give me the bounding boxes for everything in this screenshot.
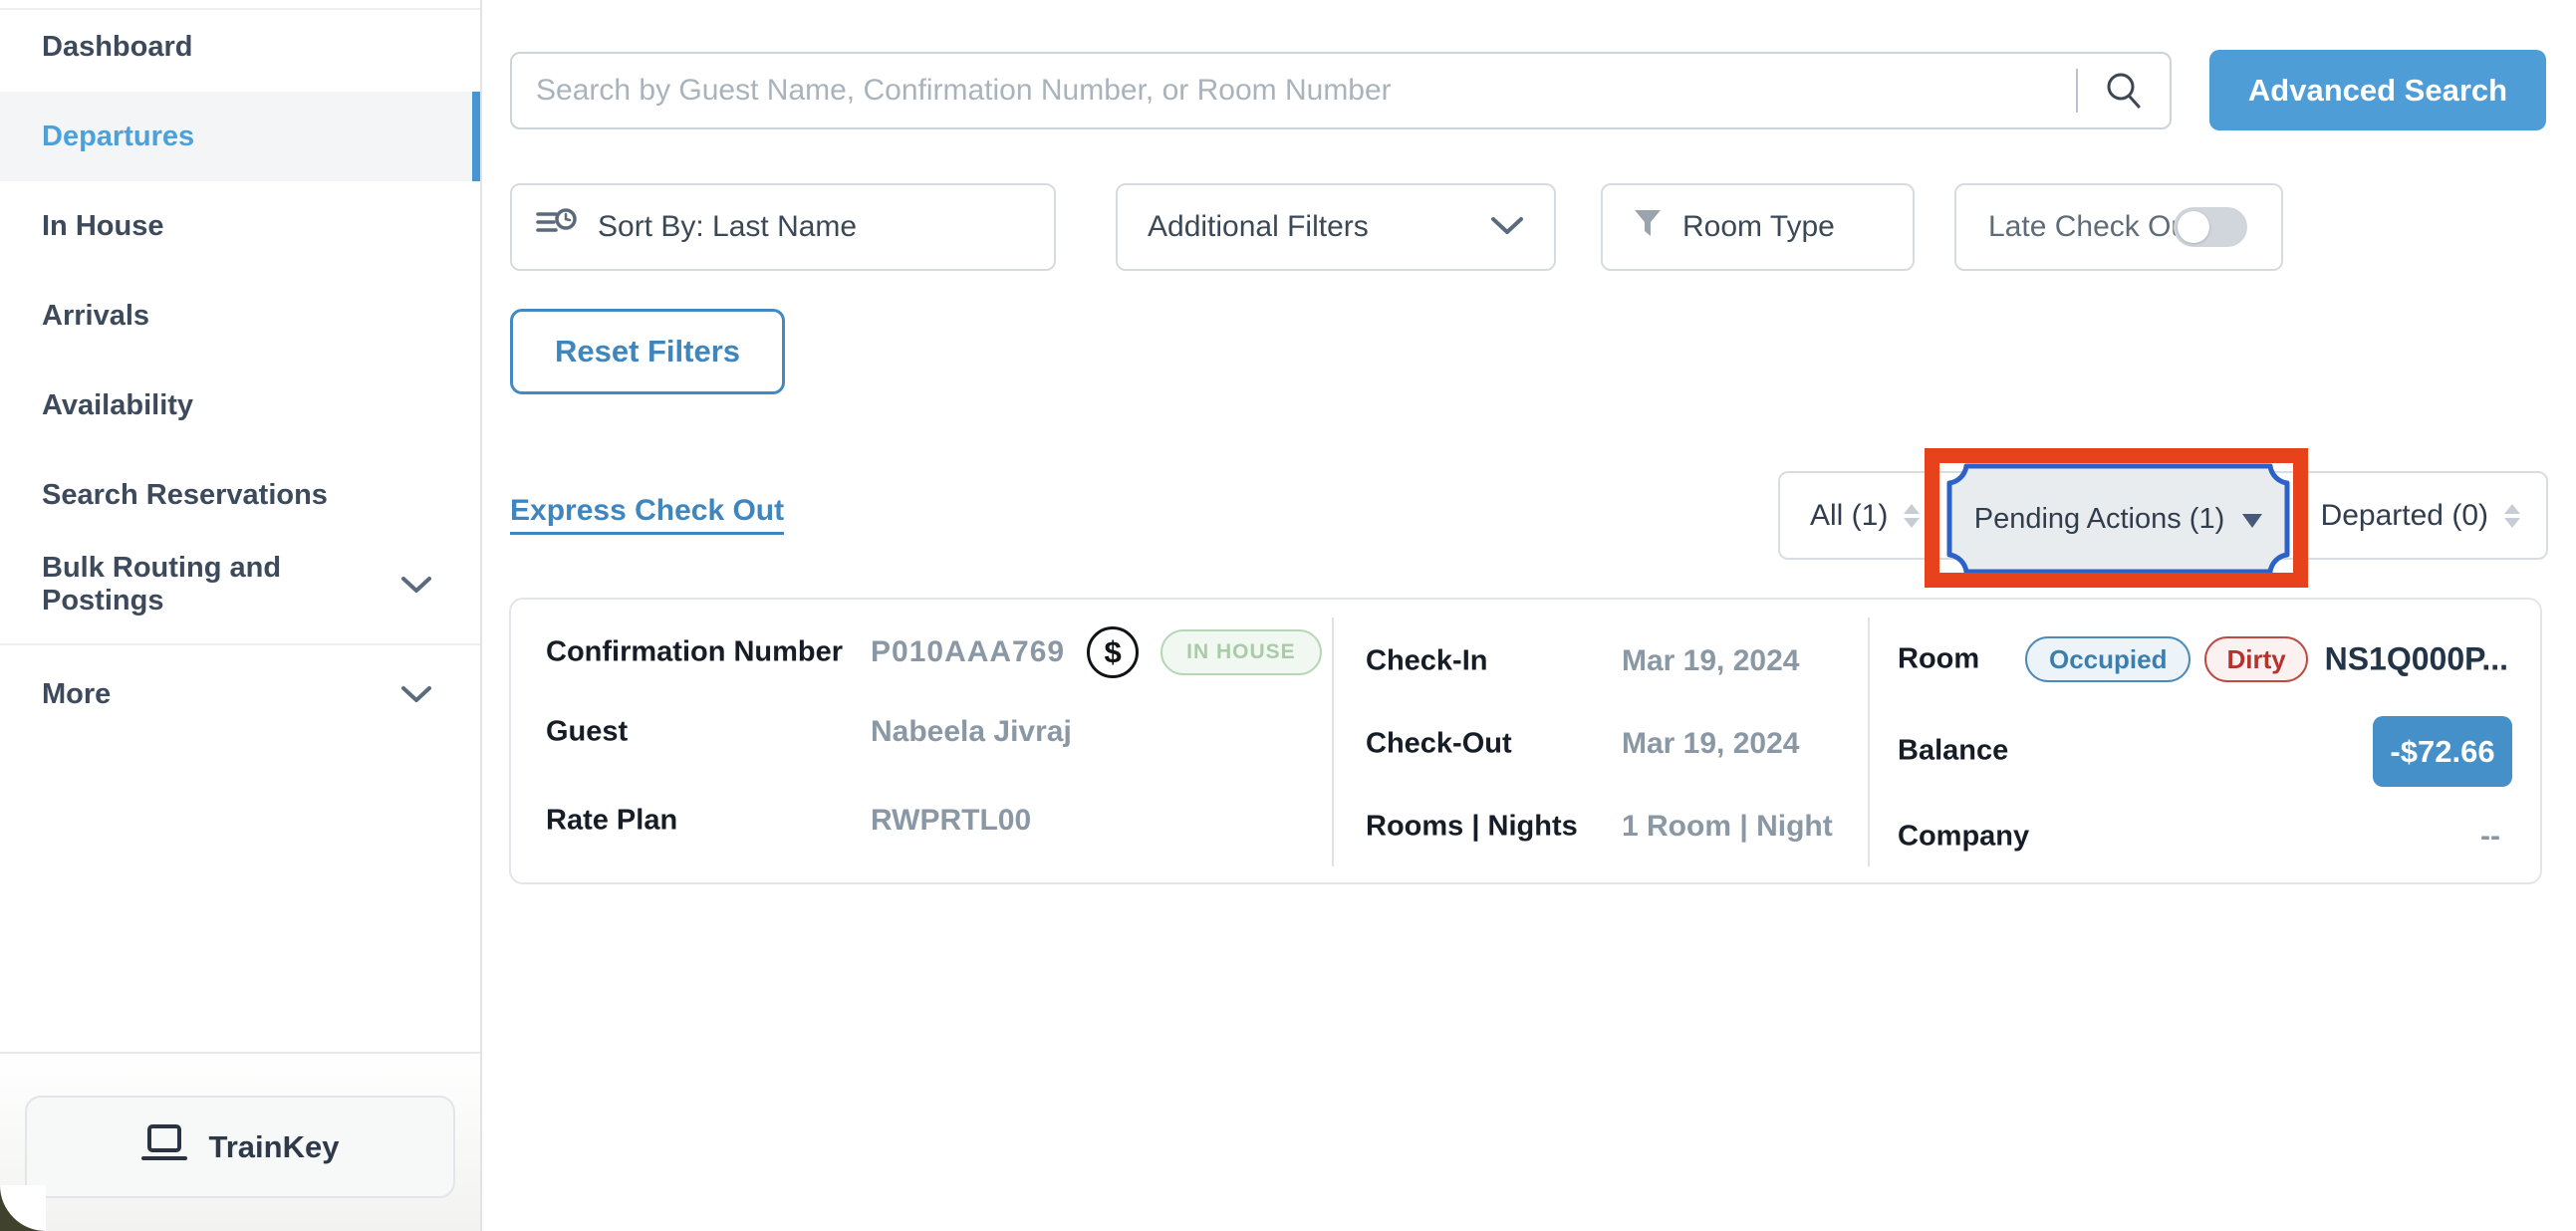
sort-icon [536,206,578,248]
room-type-label: Room Type [1682,210,1835,244]
rooms-nights-value: 1 Room | Night [1622,810,1833,844]
check-out-value: Mar 19, 2024 [1622,727,1799,761]
express-check-out-link[interactable]: Express Check Out [510,494,784,535]
tab-departed[interactable]: Departed (0) [2321,473,2520,558]
tab-all-label: All (1) [1810,499,1888,533]
sidebar-item-label: Departures [42,121,194,153]
laptop-icon [141,1124,187,1170]
check-out-label: Check-Out [1366,728,1512,761]
trainkey-label: TrainKey [209,1129,340,1165]
company-value: -- [2480,820,2500,854]
card-divider [1868,617,1870,866]
guest-label: Guest [546,716,628,749]
in-house-badge: IN HOUSE [1160,629,1322,675]
dirty-badge: Dirty [2204,636,2307,682]
late-check-out-toggle[interactable] [2174,207,2247,247]
search-icon[interactable] [2078,71,2170,111]
departures-page: Dashboard Departures In House Arrivals A… [0,0,2576,1231]
check-in-label: Check-In [1366,645,1487,678]
rooms-nights-label: Rooms | Nights [1366,811,1578,844]
sidebar-footer: TrainKey [0,1052,480,1231]
room-type-filter[interactable]: Room Type [1601,183,1915,271]
rate-plan-value: RWPRTL00 [871,804,1031,838]
sort-by-dropdown[interactable]: Sort By: Last Name [510,183,1056,271]
guest-name: Nabeela Jivraj [871,715,1072,749]
sort-arrows-icon [1904,504,1920,528]
sort-arrows-icon [2504,504,2520,528]
trainkey-button[interactable]: TrainKey [25,1096,455,1198]
sidebar-item-availability[interactable]: Availability [0,361,480,450]
sidebar-item-label: Dashboard [42,31,192,64]
sidebar-divider [0,643,480,645]
sidebar-item-label: Availability [42,389,193,422]
check-in-value: Mar 19, 2024 [1622,644,1799,678]
confirmation-number-row: P010AAA769 $ IN HOUSE [871,626,1322,678]
sidebar-item-label: Bulk Routing and Postings [42,552,400,617]
occupied-badge: Occupied [2025,636,2190,682]
sidebar-item-more[interactable]: More [0,649,480,739]
company-label: Company [1898,821,2029,854]
room-status-pills: Occupied Dirty [2025,636,2308,682]
caret-down-icon [2242,503,2262,536]
late-check-out-filter: Late Check Out [1954,183,2283,271]
chevron-down-icon [400,685,432,703]
rate-plan-label: Rate Plan [546,805,677,838]
chevron-down-icon [400,576,432,594]
sidebar-item-departures[interactable]: Departures [0,92,480,181]
reservation-card: Confirmation Number P010AAA769 $ IN HOUS… [509,598,2542,884]
sidebar: Dashboard Departures In House Arrivals A… [0,0,482,1231]
balance-badge: -$72.66 [2373,716,2512,787]
card-divider [1332,617,1334,866]
sidebar-item-label: Arrivals [42,300,149,333]
additional-filters-label: Additional Filters [1148,210,1369,244]
sidebar-item-label: More [42,678,111,711]
chevron-down-icon [1490,210,1524,244]
balance-label: Balance [1898,735,2008,768]
search-input[interactable] [512,54,2076,127]
dollar-circle-icon: $ [1087,626,1139,678]
tab-pending-label: Pending Actions (1) [1974,503,2224,536]
sidebar-item-search-reservations[interactable]: Search Reservations [0,450,480,540]
sidebar-item-label: Search Reservations [42,479,328,512]
additional-filters-dropdown[interactable]: Additional Filters [1116,183,1556,271]
sort-by-label: Sort By: Last Name [598,210,857,244]
sidebar-item-dashboard[interactable]: Dashboard [0,2,480,92]
tab-departed-label: Departed (0) [2321,499,2488,533]
sidebar-item-bulk-routing[interactable]: Bulk Routing and Postings [0,540,480,629]
reset-filters-button[interactable]: Reset Filters [510,309,785,394]
search-bar [510,52,2172,129]
confirmation-number-label: Confirmation Number [546,636,843,669]
room-label: Room [1898,643,1979,676]
funnel-icon [1633,208,1663,246]
advanced-search-button[interactable]: Advanced Search [2209,50,2546,130]
sidebar-item-arrivals[interactable]: Arrivals [0,271,480,361]
confirmation-number-value: P010AAA769 [871,635,1065,669]
toggle-knob [2178,211,2209,243]
tab-pending-actions[interactable]: Pending Actions (1) [1946,463,2290,575]
room-number-value: NS1Q000P... [2325,641,2508,678]
tab-all[interactable]: All (1) [1810,473,1920,558]
sidebar-nav: Dashboard Departures In House Arrivals A… [0,2,480,739]
sidebar-item-in-house[interactable]: In House [0,181,480,271]
sidebar-item-label: In House [42,210,163,243]
status-tabs: All (1) Departed (0) Pending Actions (1) [1778,471,2548,560]
late-check-out-label: Late Check Out [1988,210,2195,244]
